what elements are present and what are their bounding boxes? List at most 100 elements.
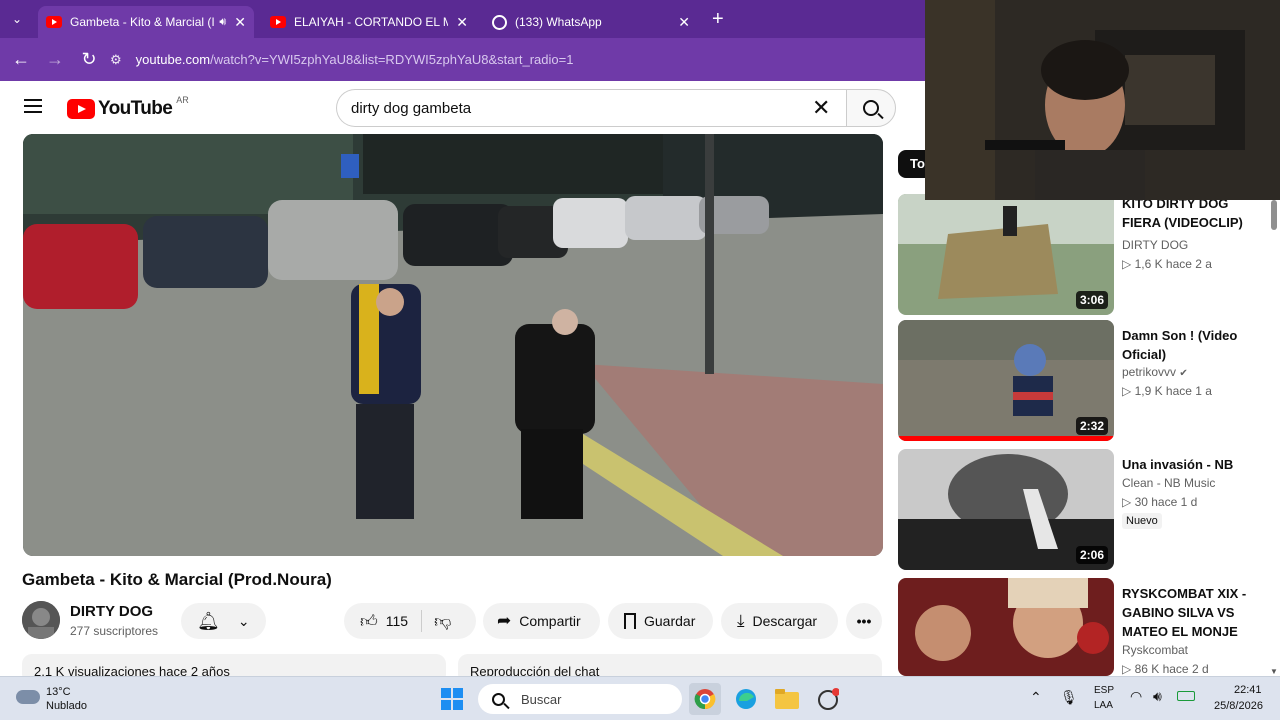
start-button[interactable] [436, 683, 468, 715]
close-tab-icon[interactable]: ✕ [456, 14, 468, 31]
video-title[interactable]: RYSKCOMBAT XIX - GABINO SILVA VS MATEO E… [1122, 584, 1262, 641]
new-tab-button[interactable]: + [712, 8, 724, 31]
close-tab-icon[interactable]: ✕ [234, 14, 246, 31]
tab-title: Gambeta - Kito & Marcial (I [70, 15, 215, 29]
like-button[interactable]: 👍︎ 115 👎︎ [344, 603, 476, 639]
new-badge: Nuevo [1122, 513, 1162, 529]
chevron-down-icon: ⌄ [237, 612, 250, 629]
save-button[interactable]: Guardar [608, 603, 713, 639]
wifi-icon[interactable]: ◠ [1130, 688, 1142, 705]
page-scrollbar[interactable]: ▲ ▼ [1268, 186, 1280, 676]
like-count: 115 [385, 613, 409, 629]
video-thumbnail[interactable]: 2:06 [898, 449, 1114, 570]
menu-icon[interactable] [24, 99, 42, 113]
tab-title: ELAIYAH - CORTANDO EL MAM [294, 15, 449, 29]
close-tab-icon[interactable]: ✕ [678, 14, 690, 31]
tab-gambeta[interactable]: Gambeta - Kito & Marcial (I 🔊︎ ✕ [38, 6, 254, 38]
browser-tab-bar: ⌄ Gambeta - Kito & Marcial (I 🔊︎ ✕ ELAIY… [0, 0, 925, 38]
channel-name[interactable]: petrikovvv ✔ [1122, 365, 1188, 379]
whatsapp-icon [492, 14, 507, 30]
clear-search-icon[interactable]: ✕ [812, 97, 830, 119]
battery-icon[interactable] [1177, 691, 1195, 701]
video-meta: ▷ 1,9 K hace 1 a [1122, 384, 1212, 398]
site-settings-icon[interactable]: ⚙ [110, 52, 122, 68]
video-duration: 3:06 [1075, 291, 1108, 309]
recommendations-list: 3:06 KITO DIRTY DOG FIERA (VIDEOCLIP) DI… [898, 134, 1280, 676]
channel-name[interactable]: Ryskcombat [1122, 643, 1188, 657]
channel-name[interactable]: Clean - NB Music [1122, 476, 1215, 490]
more-actions-button[interactable]: ••• [846, 603, 882, 639]
thumbs-down-icon[interactable]: 👎︎ [434, 611, 451, 632]
taskbar-search[interactable]: Buscar [478, 684, 682, 714]
scroll-down-icon[interactable]: ▼ [1270, 667, 1278, 676]
edge-taskbar-icon[interactable] [730, 683, 762, 715]
forward-button[interactable]: → [38, 43, 72, 77]
video-title: Gambeta - Kito & Marcial (Prod.Noura) [22, 570, 332, 589]
bookmark-icon [624, 613, 636, 629]
share-button[interactable]: ➦ Compartir [483, 603, 600, 639]
channel-avatar[interactable] [22, 601, 60, 639]
url-path: /watch?v=YWI5zphYaU8&list=RDYWI5zphYaU8&… [210, 52, 574, 67]
tab-list-chevron-icon[interactable]: ⌄ [12, 12, 22, 26]
app-taskbar-icon[interactable] [812, 683, 844, 715]
tab-title: (133) WhatsApp [515, 15, 602, 29]
address-bar: ← → ↻ ⚙ youtube.com/watch?v=YWI5zphYaU8&… [0, 38, 925, 81]
volume-icon[interactable]: 🔊︎ [1153, 688, 1162, 705]
video-meta: ▷ 30 hace 1 d [1122, 495, 1198, 509]
file-explorer-icon[interactable] [771, 683, 803, 715]
video-title[interactable]: Una invasión - NB [1122, 455, 1262, 474]
cloud-icon [16, 690, 40, 704]
reload-button[interactable]: ↻ [72, 43, 106, 77]
url-field[interactable]: ⚙ youtube.com/watch?v=YWI5zphYaU8&list=R… [110, 52, 573, 68]
youtube-header: YouTube AR dirty dog gambeta ✕ [0, 81, 925, 133]
tab-elaiyah[interactable]: ELAIYAH - CORTANDO EL MAM ✕ [262, 6, 476, 38]
like-divider [421, 610, 423, 632]
notifications-button[interactable]: 🔔︎ ⌄ [181, 603, 266, 639]
video-frame [23, 134, 883, 556]
video-thumbnail[interactable]: 3:06 [898, 194, 1114, 315]
download-label: Descargar [752, 613, 818, 629]
video-thumbnail[interactable] [898, 578, 1114, 676]
video-thumbnail[interactable]: 2:32 [898, 320, 1114, 441]
url-host: youtube.com [135, 52, 211, 67]
video-player[interactable] [23, 134, 883, 556]
tab-whatsapp[interactable]: (133) WhatsApp ✕ [484, 6, 698, 38]
search-value: dirty dog gambeta [351, 99, 472, 117]
youtube-logo[interactable]: YouTube AR [67, 95, 189, 120]
language-bottom[interactable]: LAA [1094, 700, 1113, 711]
share-label: Compartir [519, 613, 581, 629]
chrome-taskbar-icon[interactable] [689, 683, 721, 715]
search-icon [492, 692, 505, 706]
recommendation-item[interactable]: 2:06 Una invasión - NB Clean - NB Music … [898, 449, 1270, 571]
download-button[interactable]: ⤓ Descargar [721, 603, 838, 639]
youtube-icon [46, 16, 62, 28]
more-icon: ••• [856, 613, 872, 629]
channel-name[interactable]: DIRTY DOG [70, 603, 153, 620]
language-top[interactable]: ESP [1094, 685, 1114, 696]
weather-temp: 13°C [46, 686, 71, 698]
search-input[interactable]: dirty dog gambeta [336, 89, 846, 127]
channel-label: petrikovvv [1122, 365, 1177, 379]
share-icon: ➦ [497, 611, 512, 630]
weather-widget[interactable]: 13°C Nublado [14, 683, 104, 715]
scrollbar-thumb[interactable] [1271, 200, 1277, 230]
thumbs-up-icon: 👍︎ [360, 611, 378, 631]
bell-icon: 🔔︎ [197, 610, 220, 631]
youtube-icon [270, 16, 286, 28]
search-icon [863, 100, 879, 116]
video-duration: 2:32 [1075, 417, 1108, 435]
recommendation-item[interactable]: 3:06 KITO DIRTY DOG FIERA (VIDEOCLIP) DI… [898, 194, 1270, 316]
back-button[interactable]: ← [4, 43, 38, 77]
channel-name[interactable]: DIRTY DOG [1122, 238, 1188, 252]
subscriber-count: 277 suscriptores [70, 624, 159, 638]
recommendation-item[interactable]: 2:32 Damn Son ! (Video Oficial) petrikov… [898, 320, 1270, 442]
clock-time[interactable]: 22:41 [1234, 684, 1262, 696]
clock-date[interactable]: 25/8/2026 [1214, 700, 1263, 712]
microphone-icon[interactable]: 🎙︎ [1060, 689, 1078, 706]
weather-desc: Nublado [46, 700, 87, 712]
search-button[interactable] [846, 89, 896, 127]
save-label: Guardar [644, 613, 696, 629]
video-title[interactable]: Damn Son ! (Video Oficial) [1122, 326, 1262, 364]
tray-chevron-icon[interactable]: ⌃ [1030, 689, 1042, 706]
search-placeholder: Buscar [521, 691, 562, 707]
